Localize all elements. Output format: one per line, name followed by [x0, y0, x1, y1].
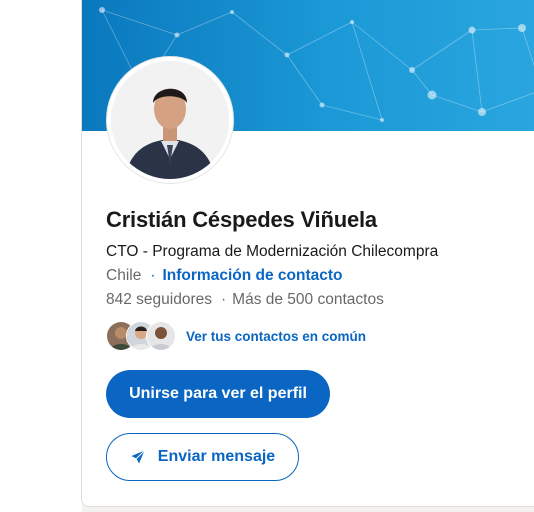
mutual-connections[interactable]: Ver tus contactos en común: [106, 321, 366, 351]
followers-count: 842 seguidores: [106, 291, 212, 308]
profile-headline: CTO - Programa de Modernización Chilecom…: [106, 243, 439, 260]
location-line: Chile · Información de contacto: [106, 267, 343, 285]
contact-info-link[interactable]: Información de contacto: [163, 267, 343, 284]
mutual-avatar-3: [146, 321, 176, 351]
mutual-connection-avatars: [106, 321, 178, 351]
profile-top-card: Cristián Céspedes Viñuela CTO - Programa…: [81, 0, 534, 507]
join-to-view-profile-button[interactable]: Unirse para ver el perfil: [106, 370, 330, 418]
send-icon: [130, 449, 146, 465]
profile-photo-frame[interactable]: [107, 57, 233, 183]
location-separator: ·: [150, 267, 156, 284]
send-message-label: Enviar mensaje: [157, 448, 276, 465]
mutual-connections-link[interactable]: Ver tus contactos en común: [186, 329, 366, 344]
send-message-button[interactable]: Enviar mensaje: [106, 433, 299, 481]
connections-count: Más de 500 contactos: [232, 291, 384, 308]
stats-separator: ·: [221, 291, 227, 308]
left-gutter: [0, 0, 82, 512]
profile-name: Cristián Céspedes Viñuela: [106, 207, 377, 232]
profile-stats: 842 seguidores · Más de 500 contactos: [106, 291, 384, 309]
profile-location: Chile: [106, 267, 142, 284]
profile-photo[interactable]: [111, 61, 229, 179]
